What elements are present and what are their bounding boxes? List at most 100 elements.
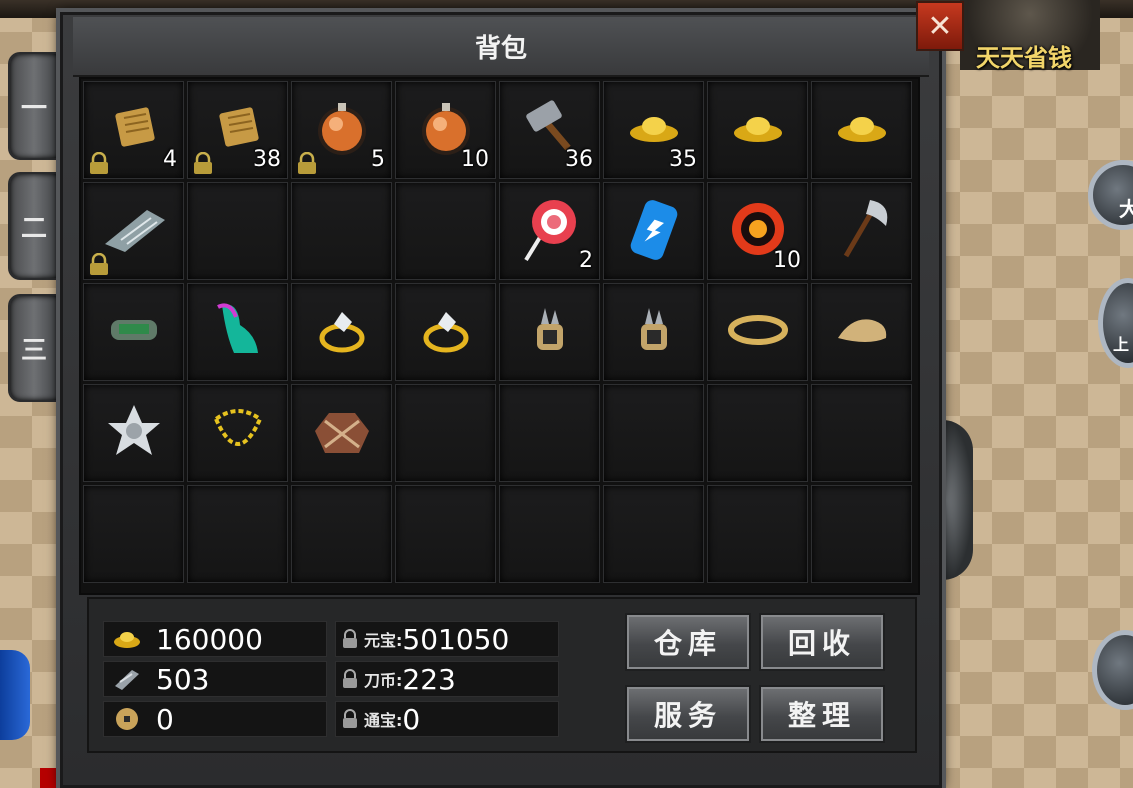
yuanbao-value: 501050 [402,622,510,656]
inventory-slot[interactable] [707,283,808,381]
inventory-slot[interactable] [603,182,704,280]
gauntlet-icon [832,308,892,356]
right-orb-label: 大 [1119,197,1133,221]
right-orb-label: 上 [1113,335,1130,354]
coin-row: 0 [103,701,327,737]
inventory-slot[interactable] [395,384,496,482]
tongbao-value: 0 [402,702,421,736]
lock-icon [343,709,357,728]
inventory-slot[interactable] [603,283,704,381]
inventory-slot[interactable] [811,384,912,482]
inventory-slot[interactable]: 35 [603,81,704,179]
inventory-slot[interactable] [83,384,184,482]
inventory-slot[interactable] [603,384,704,482]
gold-ingot-icon [835,111,889,149]
lock-icon [343,669,357,688]
silver-bar-icon [115,670,139,690]
inventory-slot[interactable] [83,283,184,381]
inventory-slot[interactable]: 4 [83,81,184,179]
gold-row: 160000 [103,621,327,657]
inventory-slot[interactable]: 10 [707,182,808,280]
inventory-slot[interactable]: 10 [395,81,496,179]
tab-bag-3[interactable]: 三 [8,294,60,402]
inventory-slot[interactable] [499,384,600,482]
silver-row: 503 [103,661,327,697]
item-count: 4 [163,147,177,172]
inventory-slot[interactable] [291,384,392,482]
lock-icon [86,252,112,275]
inventory-slot[interactable]: 2 [499,182,600,280]
daobi-value: 223 [402,662,456,696]
inventory-slot[interactable] [291,182,392,280]
inventory-slot[interactable] [707,384,808,482]
inventory-slot[interactable] [291,283,392,381]
tongbao-label: 通宝: [364,711,403,730]
tongbao-row: 通宝: 0 [335,701,559,737]
inventory-slot[interactable] [395,283,496,381]
item-count: 10 [773,248,801,273]
daobi-row: 刀币: 223 [335,661,559,697]
inventory-slot[interactable] [811,283,912,381]
tab-bag-1[interactable]: 一 [8,52,60,160]
item-count: 35 [669,147,697,172]
close-button[interactable]: ✕ [916,1,964,51]
bracer-icon [105,308,163,356]
bag-window: 背包 ✕ 4 38 5 10 36 35 2 10 160000 503 0 元宝: 5010… [60,1,964,788]
armor-icon [309,401,375,465]
inventory-slot[interactable] [187,485,288,583]
lock-icon [86,151,112,174]
inventory-slot[interactable] [811,81,912,179]
right-round-button[interactable]: 上 [1098,278,1133,368]
gold-ingot-icon [627,111,681,149]
item-count: 36 [565,147,593,172]
inventory-slot[interactable] [811,485,912,583]
lollipop-icon [518,194,582,268]
inventory-slot[interactable]: 5 [291,81,392,179]
inventory-slot[interactable] [499,283,600,381]
item-count: 10 [461,147,489,172]
inventory-grid: 4 38 5 10 36 35 2 10 [79,77,920,595]
right-round-button[interactable] [1092,630,1133,710]
inventory-slot[interactable] [83,182,184,280]
item-count: 5 [371,147,385,172]
gold-ring-icon [418,302,474,362]
service-button[interactable]: 服务 [625,685,751,743]
stone-tablet-icon [99,204,169,258]
inventory-slot[interactable]: 36 [499,81,600,179]
warehouse-button[interactable]: 仓库 [625,613,751,671]
inventory-slot[interactable] [187,283,288,381]
inventory-slot[interactable] [707,485,808,583]
lock-icon [294,151,320,174]
inventory-slot[interactable] [603,485,704,583]
inventory-slot[interactable] [395,182,496,280]
spiked-ring-icon [525,302,575,362]
gold-necklace-icon [206,399,270,467]
gold-value: 160000 [156,622,263,656]
recycle-button[interactable]: 回收 [759,613,885,671]
inventory-slot[interactable]: 38 [187,81,288,179]
inventory-slot[interactable] [187,182,288,280]
coin-value: 0 [156,702,174,736]
tab-bag-2[interactable]: 二 [8,172,60,280]
gold-ring-icon [314,302,370,362]
inventory-slot[interactable] [499,485,600,583]
silver-medal-icon [104,401,164,465]
item-count: 38 [253,147,281,172]
item-count: 2 [579,248,593,273]
inventory-slot[interactable] [83,485,184,583]
arrange-button[interactable]: 整理 [759,685,885,743]
gold-ingot-icon [731,111,785,149]
yuanbao-label: 元宝: [364,631,403,650]
shop-label[interactable]: 天天省钱 [976,38,1072,73]
lock-icon [190,151,216,174]
daobi-label: 刀币: [364,671,403,690]
inventory-slot[interactable] [395,485,496,583]
inventory-slot[interactable] [187,384,288,482]
right-round-button[interactable]: 大 [1088,160,1133,230]
magic-boots-icon [208,295,268,369]
silver-value: 503 [156,662,210,696]
inventory-slot[interactable] [707,81,808,179]
bag-title: 背包 [73,17,929,77]
inventory-slot[interactable] [811,182,912,280]
inventory-slot[interactable] [291,485,392,583]
